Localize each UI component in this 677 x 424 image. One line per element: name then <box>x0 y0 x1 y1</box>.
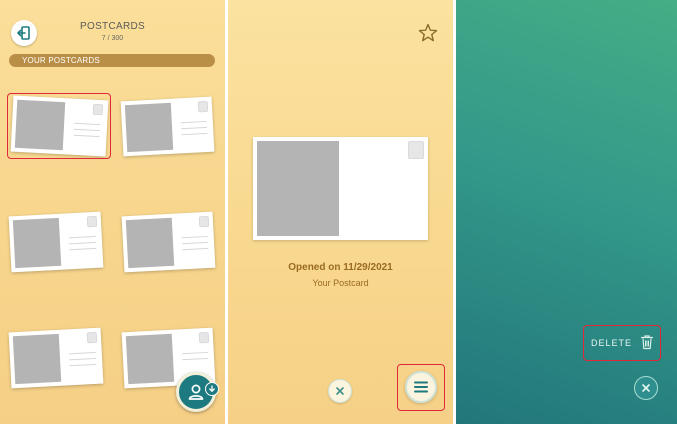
postcard-line <box>182 241 209 245</box>
friend-profile-icon <box>188 384 204 400</box>
postcard-photo <box>12 333 62 385</box>
postcard-thumbnail[interactable] <box>120 96 215 157</box>
selection-highlight <box>397 364 445 411</box>
page-title: POSTCARDS <box>80 21 145 32</box>
opened-date: Opened on 11/29/2021 <box>288 262 393 273</box>
postcard-photo <box>124 102 174 153</box>
postcard-large[interactable] <box>253 137 428 240</box>
close-x-icon <box>336 387 344 395</box>
postcard-line <box>69 357 97 361</box>
postcard-stamp <box>408 141 424 159</box>
postcard-stamp <box>197 100 209 113</box>
postcard-line <box>182 357 209 361</box>
postcard-line <box>69 363 97 367</box>
postcard-line <box>68 351 96 355</box>
postcard-thumbnail[interactable] <box>8 327 104 389</box>
postcard-photo <box>125 217 175 269</box>
postcard-line <box>181 351 208 355</box>
postcard-line <box>68 235 96 239</box>
postcard-photo <box>125 333 175 385</box>
postcard-thumbnail[interactable] <box>8 211 104 273</box>
close-x-icon <box>642 384 650 392</box>
close-button[interactable] <box>634 376 658 400</box>
postcard-count: 7 / 300 <box>101 35 124 42</box>
postcard-stamp <box>86 215 98 228</box>
postcard-line <box>181 132 208 136</box>
postcard-stamp <box>198 215 210 228</box>
postcard-line <box>69 241 97 245</box>
postcard-line <box>69 247 97 251</box>
arrow-down-icon <box>209 385 215 392</box>
download-badge <box>205 382 219 396</box>
postcard-photo <box>12 217 62 269</box>
postcard-stamp <box>198 331 210 344</box>
selection-highlight <box>7 93 111 159</box>
section-header: YOUR POSTCARDS <box>9 54 215 67</box>
postcards-collection-panel: POSTCARDS 7 / 300 YOUR POSTCARDS <box>0 0 225 424</box>
postcard-line <box>181 126 208 130</box>
close-button[interactable] <box>328 379 352 403</box>
postcard-line <box>181 235 208 239</box>
postcard-stamp <box>86 331 98 344</box>
postcard-sender: Your Postcard <box>312 278 369 288</box>
favorite-star-icon[interactable] <box>417 22 439 44</box>
postcard-options-panel: DELETE <box>456 0 677 424</box>
postcard-detail-panel: Opened on 11/29/2021 Your Postcard <box>228 0 453 424</box>
postcard-thumbnail[interactable] <box>121 211 216 273</box>
postcard-line <box>180 120 207 124</box>
postcard-line <box>182 247 209 251</box>
postcard-photo <box>257 141 339 236</box>
selection-highlight <box>583 325 661 361</box>
